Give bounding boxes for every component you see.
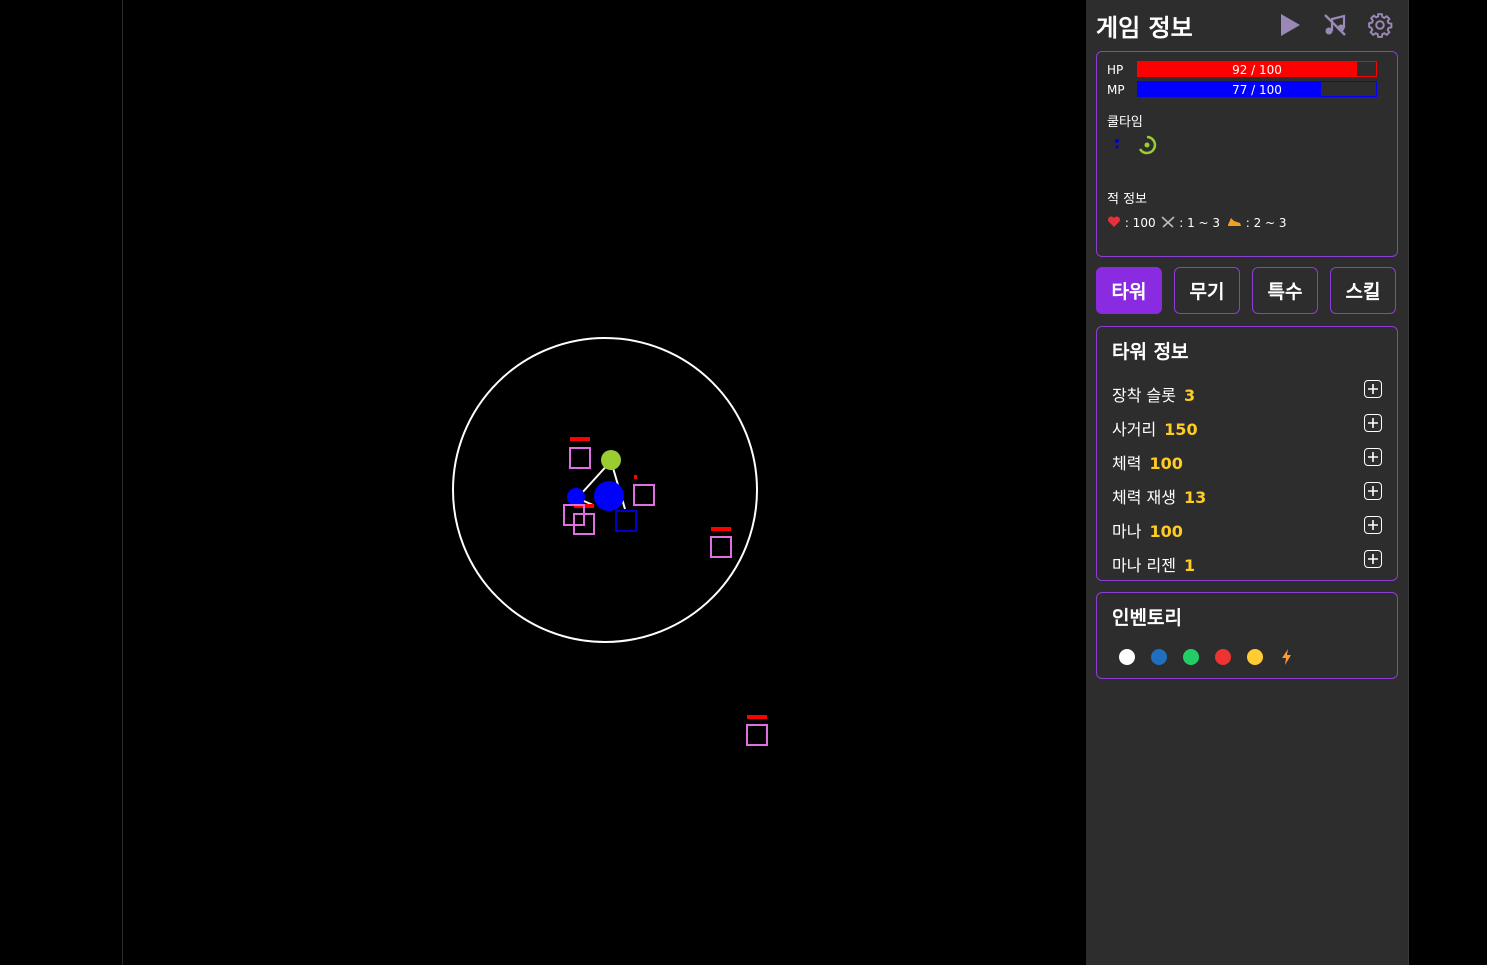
tab-tower[interactable]: 타워 (1096, 267, 1162, 314)
status-box: HP 92 / 100 MP 77 / 100 쿨타임 적 정보 : 100:… (1096, 51, 1398, 257)
tower-core[interactable] (594, 481, 624, 511)
tower-stat-row: 마나 100 (1112, 516, 1382, 541)
music-off-icon (1324, 14, 1346, 36)
enemy-hp-bar (570, 437, 590, 441)
side-panel: 게임 정보 HP 92 / 100 MP 77 / 100 쿨타임 적 정보:… (1086, 0, 1409, 965)
upgrade-range-button[interactable] (1364, 414, 1382, 432)
plus-icon (1368, 520, 1378, 530)
enemy-hp-text: : 100 (1124, 216, 1156, 230)
enemy-info-label: 적 정보 (1107, 192, 1148, 207)
upgrade-slot-button[interactable] (1364, 380, 1382, 398)
panel-header: 게임 정보 (1096, 6, 1398, 46)
tower-stat-label: 장착 슬롯 (1112, 386, 1176, 405)
tower-info-box: 타워 정보 장착 슬롯 3 사거리 150 체력 100 체력 재생 13 마나 100 … (1096, 326, 1398, 581)
orbit-orb-blue (567, 488, 585, 506)
running-shoe-icon (1227, 218, 1241, 226)
tower-stat-label: 사거리 (1112, 420, 1157, 439)
enemy (569, 447, 591, 469)
music-toggle-button[interactable] (1320, 10, 1350, 40)
tower-info-title: 타워 정보 (1112, 341, 1189, 363)
cooldown-center-icon (1144, 142, 1150, 148)
crossed-swords-icon (1161, 216, 1175, 228)
enemy-hp-bar (747, 715, 767, 719)
tower-stat-label: 마나 (1112, 522, 1142, 541)
tower-stat-label: 체력 (1112, 454, 1142, 473)
cooldown-dot-icon (1115, 145, 1119, 149)
inventory-item-yellow-orb[interactable] (1247, 649, 1263, 665)
inventory-item-red-orb[interactable] (1215, 649, 1231, 665)
hp-bar: 92 / 100 (1137, 61, 1377, 77)
heart-icon (1107, 216, 1121, 227)
inventory-item-green-orb[interactable] (1183, 649, 1199, 665)
mp-label: MP (1107, 83, 1125, 97)
hp-label: HP (1107, 63, 1124, 77)
inventory-title: 인벤토리 (1112, 607, 1182, 629)
play-icon (1281, 14, 1300, 36)
hp-text: 92 / 100 (1232, 63, 1282, 77)
enemy-atk-text: : 1 ~ 3 (1179, 216, 1221, 230)
enemy-hp-bar (711, 527, 731, 531)
panel-title: 게임 정보 (1096, 14, 1193, 42)
tab-skill[interactable]: 스킬 (1330, 267, 1396, 314)
enemy-hp-bar (634, 475, 637, 479)
tower-stat-value: 1 (1183, 556, 1196, 575)
plus-icon (1368, 384, 1378, 394)
tower-stat-value: 100 (1149, 454, 1183, 473)
tower-stat-row: 사거리 150 (1112, 414, 1382, 439)
tab-special[interactable]: 특수 (1252, 267, 1318, 314)
orbit-orb-green (601, 450, 621, 470)
inventory-item-lightning[interactable] (1279, 649, 1295, 665)
tower-stat-value: 100 (1149, 522, 1183, 541)
tower-stat-value: 150 (1164, 420, 1198, 439)
tower-stat-row: 마나 리젠 1 (1112, 550, 1382, 575)
tower-stat-label: 체력 재생 (1112, 488, 1176, 507)
orbit-box-blue (615, 510, 637, 532)
tower-stat-row: 체력 100 (1112, 448, 1382, 473)
game-scene (452, 337, 768, 746)
mp-bar: 77 / 100 (1137, 81, 1377, 97)
enemy (633, 484, 655, 506)
enemy-speed-text: : 2 ~ 3 (1245, 216, 1287, 230)
upgrade-hp-regen-button[interactable] (1364, 482, 1382, 500)
upgrade-hp-button[interactable] (1364, 448, 1382, 466)
tower-stat-label: 마나 리젠 (1112, 556, 1176, 575)
inventory-item-white-orb[interactable] (1119, 649, 1135, 665)
tower-stat-row: 장착 슬롯 3 (1112, 380, 1382, 405)
cooldown-indicators (1115, 135, 1157, 155)
gear-icon (1368, 13, 1393, 38)
enemy-info-line: : 100 : 1 ~ 3 : 2 ~ 3 (1107, 216, 1289, 230)
inventory-box: 인벤토리 (1096, 592, 1398, 679)
play-button[interactable] (1274, 10, 1304, 40)
hp-row: HP 92 / 100 (1107, 61, 1379, 79)
lightning-icon (1282, 649, 1291, 665)
upgrade-mana-button[interactable] (1364, 516, 1382, 534)
plus-icon (1368, 554, 1378, 564)
tower-stat-value: 3 (1183, 386, 1196, 405)
cooldown-dot-icon (1115, 139, 1119, 143)
enemy (710, 536, 732, 558)
tower-stat-value: 13 (1183, 488, 1207, 507)
plus-icon (1368, 418, 1378, 428)
game-canvas[interactable] (122, 0, 1087, 965)
tab-weapon[interactable]: 무기 (1174, 267, 1240, 314)
mp-row: MP 77 / 100 (1107, 81, 1379, 99)
enemy (746, 724, 768, 746)
cooldown-label: 쿨타임 (1107, 115, 1143, 130)
settings-button[interactable] (1365, 10, 1395, 40)
tower-stat-row: 체력 재생 13 (1112, 482, 1382, 507)
plus-icon (1368, 452, 1378, 462)
mp-text: 77 / 100 (1232, 83, 1282, 97)
upgrade-mana-regen-button[interactable] (1364, 550, 1382, 568)
inventory-item-blue-orb[interactable] (1151, 649, 1167, 665)
plus-icon (1368, 486, 1378, 496)
